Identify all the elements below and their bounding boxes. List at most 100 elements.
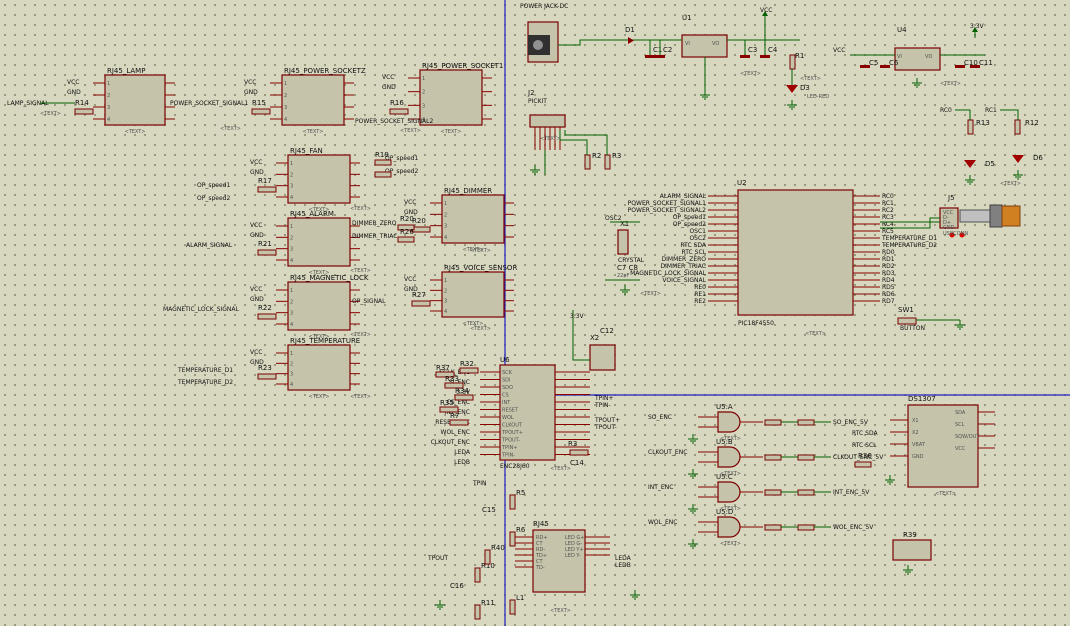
capacitor[interactable] xyxy=(740,55,750,58)
resistor[interactable] xyxy=(797,489,815,496)
resistor-r6[interactable] xyxy=(509,531,516,547)
rtc-pin-name: SDA xyxy=(955,410,966,416)
enc-pin-name: INT xyxy=(502,400,511,406)
rj45-module-rj45_fan[interactable] xyxy=(287,154,351,204)
resistor-r32[interactable] xyxy=(459,367,479,374)
capacitor[interactable] xyxy=(760,55,770,58)
resistor-ref: R35 xyxy=(440,399,454,407)
schematic-drawing: RJ45_LAMP1234<TEXT>VCCGNDR14RJ45_POWER_S… xyxy=(7,0,1070,626)
net-vcc: VCC xyxy=(404,199,416,206)
module-ref: RJ45_LAMP xyxy=(107,67,145,75)
resistor-r22[interactable] xyxy=(257,313,277,320)
net-tpin-minus: TPIN- xyxy=(594,402,611,409)
resistor-r26[interactable] xyxy=(397,236,415,243)
rj45-module-rj45_voice_sensor[interactable] xyxy=(441,271,505,318)
rj45-module-rj45_temperature[interactable] xyxy=(287,344,351,391)
pin-number: 4 xyxy=(290,382,293,388)
resistor-r11[interactable] xyxy=(474,604,481,620)
resistor-r21[interactable] xyxy=(257,249,277,256)
text-placeholder: <TEXT> xyxy=(350,332,371,338)
resistor[interactable] xyxy=(797,419,815,426)
text-placeholder: <TEXT> xyxy=(350,206,371,212)
resistor-r18[interactable] xyxy=(374,171,392,178)
enc-pin-name: TPOUT+ xyxy=(501,430,523,436)
crystal-x2[interactable] xyxy=(589,344,616,371)
usb-plug-head xyxy=(989,204,1003,228)
crystal-x1[interactable] xyxy=(617,229,629,255)
mcu-net-right: TEMPERATURE_D1 xyxy=(881,235,937,242)
resistor-r2[interactable] xyxy=(584,154,591,170)
resistor-r5[interactable] xyxy=(509,494,516,510)
rj45-module-rj45_lamp[interactable] xyxy=(104,74,166,126)
rj45-module-rj45_magnetic_lock[interactable] xyxy=(287,281,351,331)
pin-number: 4 xyxy=(290,258,293,264)
resistor[interactable] xyxy=(764,419,782,426)
mcu-net-left: RE0 xyxy=(694,284,706,291)
gate-out-net: WOL_ENC_5V xyxy=(833,524,874,531)
d6-ref: D6 xyxy=(1033,154,1043,162)
resistor-r3b[interactable] xyxy=(569,449,589,456)
led-d3[interactable] xyxy=(786,85,798,93)
rj45-module-rj45_power_socketz[interactable] xyxy=(281,74,345,126)
resistor-r40[interactable] xyxy=(484,549,491,565)
resistor-r19[interactable] xyxy=(374,159,392,166)
resistor[interactable] xyxy=(797,524,815,531)
r3-ref: R3 xyxy=(612,152,621,160)
rj45-module-rj45_power_socket1[interactable] xyxy=(419,69,483,126)
pin-number: 4 xyxy=(290,195,293,201)
resistor[interactable] xyxy=(797,454,815,461)
mcu-u2[interactable] xyxy=(737,189,854,316)
resistor-ref: R16 xyxy=(390,99,404,107)
led-d5[interactable] xyxy=(964,160,976,168)
d5-ref: D5 xyxy=(985,160,995,168)
resistor-r15[interactable] xyxy=(251,108,271,115)
resistor-r14[interactable] xyxy=(74,108,94,115)
resistor-r7[interactable] xyxy=(449,419,469,426)
resistor-r20[interactable] xyxy=(411,226,431,233)
resistor-r36[interactable] xyxy=(854,461,872,468)
text-placeholder: <TEXT> xyxy=(550,466,571,472)
resistor-r3[interactable] xyxy=(604,154,611,170)
net-vcc: VCC xyxy=(244,79,256,86)
net-op-speed2: OP_speed2 xyxy=(197,195,230,202)
resistor-l1[interactable] xyxy=(509,599,516,615)
rj45-ref: RJ45 xyxy=(533,520,549,528)
rj45-module-rj45_alarm[interactable] xyxy=(287,217,351,267)
net-temp-d2: TEMPERATURE_D2 xyxy=(177,379,233,386)
resistor-r17[interactable] xyxy=(257,186,277,193)
resistor-r39[interactable] xyxy=(892,539,932,561)
rc1-wire xyxy=(1000,109,1019,120)
resistor-ref: R33 xyxy=(445,375,459,383)
and-gate-u5-c[interactable] xyxy=(717,481,741,503)
resistor-r10[interactable] xyxy=(474,567,481,583)
capacitor-ref: C11 xyxy=(979,59,993,67)
module-ref: RJ45_TEMPERATURE xyxy=(290,337,360,345)
resistor-r13[interactable] xyxy=(967,119,974,135)
mcu-net-left: OSC2 xyxy=(689,235,706,242)
net-gnd: GND xyxy=(382,84,396,91)
and-gate-u5-b[interactable] xyxy=(717,446,741,468)
resistor-r27[interactable] xyxy=(411,300,431,307)
rj45-module-rj45_dimmer[interactable] xyxy=(441,194,505,244)
c14-ref: C14 xyxy=(570,459,584,467)
resistor[interactable] xyxy=(764,454,782,461)
mcu-net-right: RD3 xyxy=(882,270,895,277)
pin-number: 3 xyxy=(290,184,293,190)
rtc-pin-name: VCC xyxy=(955,446,966,452)
led-d6[interactable] xyxy=(1012,155,1024,163)
and-gate-u5-a[interactable] xyxy=(717,411,741,433)
resistor-r16[interactable] xyxy=(389,108,409,115)
enc-net: LEDA xyxy=(454,449,471,456)
icsp-header-j2[interactable] xyxy=(529,114,566,128)
resistor-r23[interactable] xyxy=(257,373,277,380)
resistor[interactable] xyxy=(764,524,782,531)
and-gate-u5-d[interactable] xyxy=(717,516,741,538)
resistor-r34[interactable] xyxy=(454,394,474,401)
push-button[interactable] xyxy=(897,317,917,325)
enc-pin-name: RESET xyxy=(502,408,519,414)
capacitor[interactable] xyxy=(645,55,655,58)
resistor-r12[interactable] xyxy=(1014,119,1021,135)
resistor[interactable] xyxy=(764,489,782,496)
capacitor[interactable] xyxy=(655,55,665,58)
resistor-ref: R32 xyxy=(460,360,474,368)
